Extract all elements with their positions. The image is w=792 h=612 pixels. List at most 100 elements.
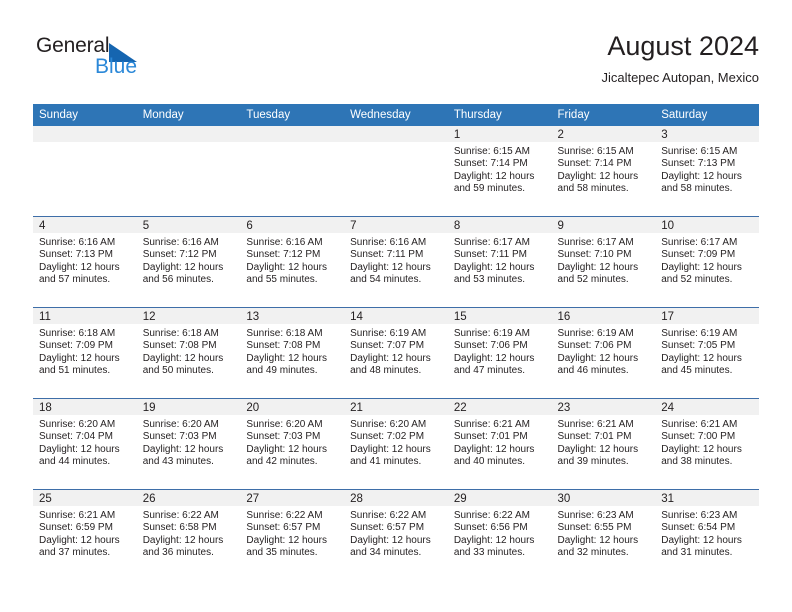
day-sunrise-text: Sunrise: 6:19 AM bbox=[350, 328, 427, 339]
day-number: 31 bbox=[655, 490, 759, 506]
day-daylight-text: and 41 minutes. bbox=[350, 455, 422, 467]
day-daylight-text: and 35 minutes. bbox=[246, 546, 318, 558]
calendar-day-cell[interactable]: 10 Sunrise: 6:17 AM Sunset: 7:09 PM Dayligh… bbox=[655, 216, 759, 308]
calendar-day-cell[interactable]: 12 Sunrise: 6:18 AM Sunset: 7:08 PM Dayligh… bbox=[136, 307, 241, 399]
day-number: 18 bbox=[33, 399, 137, 415]
day-sunset-text: Sunset: 7:02 PM bbox=[350, 431, 425, 443]
day-sunrise-text: Sunrise: 6:18 AM bbox=[142, 328, 219, 339]
day-details: Sunrise: 6:19 AM Sunset: 7:07 PM Daylight:… bbox=[344, 324, 448, 377]
day-sunrise-text: Sunrise: 6:21 AM bbox=[557, 419, 634, 430]
day-sunrise-text: Sunrise: 6:21 AM bbox=[453, 419, 530, 430]
day-sunrise-text: Sunrise: 6:20 AM bbox=[350, 419, 427, 430]
day-details: Sunrise: 6:15 AM Sunset: 7:14 PM Daylight:… bbox=[448, 142, 552, 195]
day-details: Sunrise: 6:23 AM Sunset: 6:55 PM Daylight:… bbox=[552, 506, 656, 559]
day-daylight-text: and 37 minutes. bbox=[39, 546, 111, 558]
day-sunrise-text: Sunrise: 6:21 AM bbox=[661, 419, 738, 430]
day-number: 6 bbox=[240, 217, 345, 233]
calendar-day-cell[interactable]: 28 Sunrise: 6:22 AM Sunset: 6:57 PM Dayligh… bbox=[344, 489, 448, 580]
day-sunset-text: Sunset: 7:13 PM bbox=[39, 249, 113, 261]
calendar-day-cell[interactable]: 8 Sunrise: 6:17 AM Sunset: 7:11 PM Daylight… bbox=[447, 216, 552, 308]
calendar-day-cell[interactable]: 18 Sunrise: 6:20 AM Sunset: 7:04 PM Dayligh… bbox=[33, 398, 137, 490]
calendar-day-cell[interactable]: 30 Sunrise: 6:23 AM Sunset: 6:55 PM Dayligh… bbox=[551, 489, 656, 580]
day-details: Sunrise: 6:19 AM Sunset: 7:05 PM Daylight:… bbox=[655, 324, 759, 377]
calendar-day-cell[interactable]: 21 Sunrise: 6:20 AM Sunset: 7:02 PM Dayligh… bbox=[344, 398, 448, 490]
day-daylight-text: Daylight: 12 hours bbox=[39, 261, 120, 273]
page-subtitle: Jicaltepec Autopan, Mexico bbox=[601, 70, 759, 85]
calendar-day-cell[interactable]: 31 Sunrise: 6:23 AM Sunset: 6:54 PM Dayligh… bbox=[655, 489, 759, 580]
calendar-day-cell[interactable]: 16 Sunrise: 6:19 AM Sunset: 7:06 PM Dayligh… bbox=[551, 307, 656, 399]
day-daylight-text: and 51 minutes. bbox=[39, 364, 111, 376]
calendar-day-cell[interactable]: 23 Sunrise: 6:21 AM Sunset: 7:01 PM Dayligh… bbox=[551, 398, 656, 490]
day-daylight-text: Daylight: 12 hours bbox=[39, 352, 120, 364]
day-daylight-text: and 48 minutes. bbox=[350, 364, 422, 376]
day-sunrise-text: Sunrise: 6:23 AM bbox=[557, 510, 634, 521]
day-details: Sunrise: 6:17 AM Sunset: 7:11 PM Daylight:… bbox=[448, 233, 552, 286]
day-daylight-text: Daylight: 12 hours bbox=[39, 534, 120, 546]
calendar-day-cell[interactable]: 5 Sunrise: 6:16 AM Sunset: 7:12 PM Daylight… bbox=[136, 216, 241, 308]
calendar-day-cell[interactable]: 22 Sunrise: 6:21 AM Sunset: 7:01 PM Dayligh… bbox=[447, 398, 552, 490]
day-daylight-text: Daylight: 12 hours bbox=[142, 261, 224, 273]
brand-logo[interactable]: General Blue bbox=[36, 34, 256, 90]
calendar-week-row: 11 Sunrise: 6:18 AM Sunset: 7:09 PM Dayligh… bbox=[33, 307, 759, 399]
day-sunrise-text: Sunrise: 6:19 AM bbox=[557, 328, 634, 339]
day-daylight-text: Daylight: 12 hours bbox=[39, 443, 120, 455]
calendar-day-cell[interactable]: 13 Sunrise: 6:18 AM Sunset: 7:08 PM Dayligh… bbox=[240, 307, 345, 399]
calendar-page: General Blue August 2024 Jicaltepec Auto… bbox=[0, 0, 792, 612]
day-daylight-text: and 43 minutes. bbox=[142, 455, 214, 467]
day-daylight-text: and 47 minutes. bbox=[453, 364, 525, 376]
calendar-day-cell[interactable]: 6 Sunrise: 6:16 AM Sunset: 7:12 PM Daylight… bbox=[240, 216, 345, 308]
calendar-day-cell[interactable]: 11 Sunrise: 6:18 AM Sunset: 7:09 PM Dayligh… bbox=[33, 307, 137, 399]
calendar-week-row: 4 Sunrise: 6:16 AM Sunset: 7:13 PM Daylight… bbox=[33, 216, 759, 308]
day-details: Sunrise: 6:16 AM Sunset: 7:13 PM Daylight:… bbox=[33, 233, 137, 286]
day-number-band bbox=[240, 126, 345, 142]
day-daylight-text: Daylight: 12 hours bbox=[246, 534, 328, 546]
day-details: Sunrise: 6:17 AM Sunset: 7:09 PM Daylight:… bbox=[655, 233, 759, 286]
day-number: 3 bbox=[655, 126, 759, 142]
calendar-day-cell[interactable]: 27 Sunrise: 6:22 AM Sunset: 6:57 PM Dayligh… bbox=[240, 489, 345, 580]
calendar-day-cell[interactable]: 24 Sunrise: 6:21 AM Sunset: 7:00 PM Dayligh… bbox=[655, 398, 759, 490]
calendar-day-cell[interactable]: 29 Sunrise: 6:22 AM Sunset: 6:56 PM Dayligh… bbox=[447, 489, 552, 580]
day-daylight-text: Daylight: 12 hours bbox=[453, 352, 535, 364]
calendar-day-cell[interactable]: 15 Sunrise: 6:19 AM Sunset: 7:06 PM Dayligh… bbox=[447, 307, 552, 399]
day-daylight-text: and 52 minutes. bbox=[661, 273, 733, 285]
day-number: 13 bbox=[240, 308, 345, 324]
calendar-day-cell[interactable]: 26 Sunrise: 6:22 AM Sunset: 6:58 PM Dayligh… bbox=[136, 489, 241, 580]
day-sunset-text: Sunset: 7:12 PM bbox=[142, 249, 217, 261]
day-number: 4 bbox=[33, 217, 137, 233]
day-details: Sunrise: 6:21 AM Sunset: 7:01 PM Daylight:… bbox=[448, 415, 552, 468]
calendar-day-cell[interactable]: 25 Sunrise: 6:21 AM Sunset: 6:59 PM Dayligh… bbox=[33, 489, 137, 580]
calendar-day-cell[interactable]: 4 Sunrise: 6:16 AM Sunset: 7:13 PM Daylight… bbox=[33, 216, 137, 308]
day-daylight-text: Daylight: 12 hours bbox=[350, 443, 431, 455]
calendar-day-cell[interactable]: 14 Sunrise: 6:19 AM Sunset: 7:07 PM Dayligh… bbox=[344, 307, 448, 399]
day-number: 30 bbox=[551, 490, 656, 506]
calendar-day-cell[interactable]: 9 Sunrise: 6:17 AM Sunset: 7:10 PM Daylight… bbox=[551, 216, 656, 308]
day-number: 10 bbox=[655, 217, 759, 233]
day-daylight-text: Daylight: 12 hours bbox=[557, 261, 639, 273]
day-sunrise-text: Sunrise: 6:20 AM bbox=[142, 419, 219, 430]
day-sunset-text: Sunset: 7:05 PM bbox=[661, 340, 736, 352]
day-daylight-text: and 33 minutes. bbox=[453, 546, 525, 558]
day-daylight-text: and 54 minutes. bbox=[350, 273, 422, 285]
day-details: Sunrise: 6:19 AM Sunset: 7:06 PM Daylight:… bbox=[448, 324, 552, 377]
calendar-day-cell[interactable]: 3 Sunrise: 6:15 AM Sunset: 7:13 PM Daylight… bbox=[655, 126, 759, 217]
day-daylight-text: and 55 minutes. bbox=[246, 273, 318, 285]
calendar-day-cell[interactable]: 2 Sunrise: 6:15 AM Sunset: 7:14 PM Daylight… bbox=[551, 126, 656, 217]
day-sunrise-text: Sunrise: 6:23 AM bbox=[661, 510, 738, 521]
day-daylight-text: and 34 minutes. bbox=[350, 546, 422, 558]
day-details: Sunrise: 6:18 AM Sunset: 7:08 PM Daylight:… bbox=[240, 324, 344, 377]
day-number: 11 bbox=[33, 308, 137, 324]
calendar-day-cell[interactable]: 7 Sunrise: 6:16 AM Sunset: 7:11 PM Daylight… bbox=[344, 216, 448, 308]
day-daylight-text: Daylight: 12 hours bbox=[350, 261, 431, 273]
calendar-day-cell[interactable]: 1 Sunrise: 6:15 AM Sunset: 7:14 PM Daylight… bbox=[447, 126, 552, 217]
weekday-header-monday: Monday bbox=[136, 104, 241, 126]
day-sunrise-text: Sunrise: 6:22 AM bbox=[350, 510, 427, 521]
page-title: August 2024 bbox=[607, 31, 759, 61]
day-sunset-text: Sunset: 7:08 PM bbox=[142, 340, 217, 352]
day-daylight-text: Daylight: 12 hours bbox=[453, 443, 535, 455]
calendar-day-cell[interactable]: 20 Sunrise: 6:20 AM Sunset: 7:03 PM Dayligh… bbox=[240, 398, 345, 490]
day-number: 24 bbox=[655, 399, 759, 415]
calendar-day-cell[interactable]: 19 Sunrise: 6:20 AM Sunset: 7:03 PM Dayligh… bbox=[136, 398, 241, 490]
day-details: Sunrise: 6:21 AM Sunset: 7:00 PM Daylight:… bbox=[655, 415, 759, 468]
calendar-day-cell[interactable]: 17 Sunrise: 6:19 AM Sunset: 7:05 PM Dayligh… bbox=[655, 307, 759, 399]
day-daylight-text: Daylight: 12 hours bbox=[246, 352, 328, 364]
